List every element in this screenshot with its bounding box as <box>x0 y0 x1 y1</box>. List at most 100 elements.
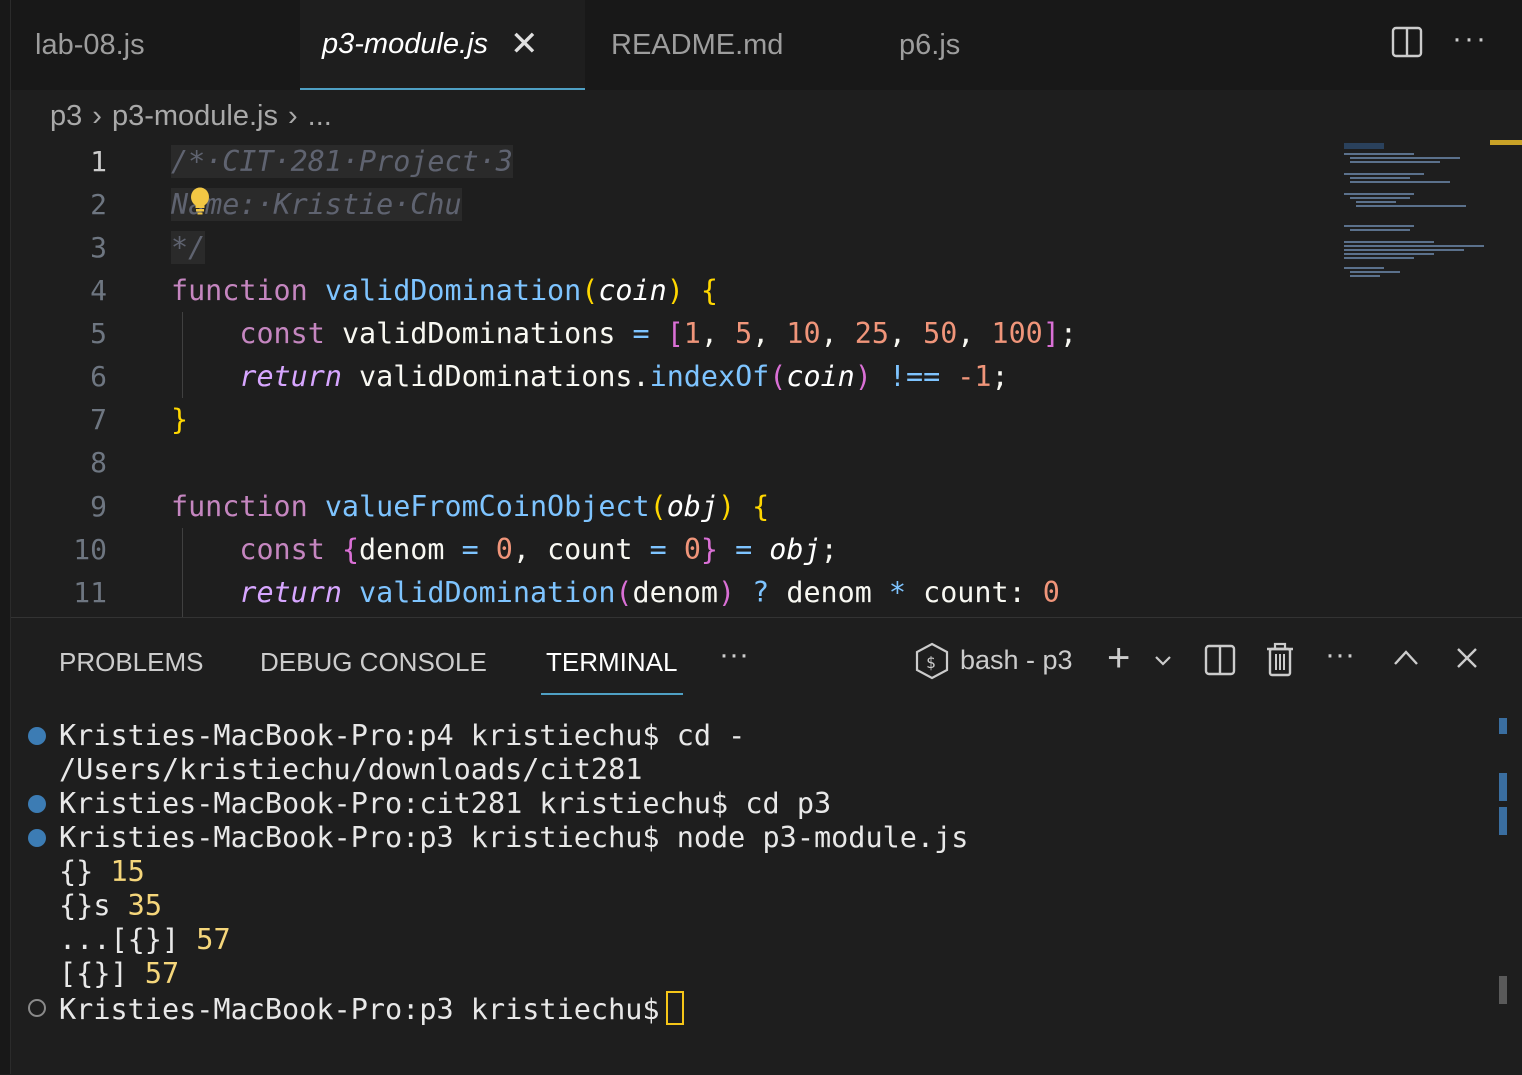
line-number: 11 <box>73 576 107 609</box>
more-actions-icon[interactable]: ··· <box>1325 638 1355 672</box>
terminal-prompt-line[interactable]: Kristies-MacBook-Pro:p3 kristiechu$ <box>59 991 684 1027</box>
code-text: /*·CIT·281·Project·3 <box>171 140 513 183</box>
chevron-up-icon[interactable] <box>1392 648 1420 668</box>
terminal-output-line: [{}] 57 <box>59 957 179 991</box>
code-text: const validDominations = [1, 5, 10, 25, … <box>239 317 1077 350</box>
number: 25 <box>854 317 889 350</box>
tab-lab-08[interactable]: lab-08.js <box>35 0 145 90</box>
line-number: 3 <box>90 231 107 264</box>
param: coin <box>786 360 855 393</box>
function-call: validDomination <box>359 576 616 609</box>
terminal-output-line: {} 15 <box>59 855 145 889</box>
close-icon[interactable]: ✕ <box>510 24 539 64</box>
code-line: 5 const validDominations = [1, 5, 10, 25… <box>11 312 1341 355</box>
prompt-text: Kristies-MacBook-Pro:p3 kristiechu$ <box>59 993 660 1026</box>
activity-bar-edge <box>0 0 11 1074</box>
breadcrumb-file[interactable]: p3-module.js <box>112 100 278 133</box>
bottom-panel: PROBLEMS DEBUG CONSOLE TERMINAL ··· $ ba… <box>11 617 1522 1075</box>
minimap-line <box>1344 241 1434 243</box>
output-label: ...[{}] <box>59 923 180 956</box>
terminal-scrollbar[interactable] <box>1499 976 1507 1004</box>
close-icon[interactable] <box>1455 646 1479 670</box>
new-terminal-icon[interactable]: + <box>1107 636 1130 681</box>
code-line: 6 return validDominations.indexOf(coin) … <box>11 355 1341 398</box>
number: 5 <box>735 317 753 350</box>
tab-p3-module[interactable]: p3-module.js ✕ <box>300 0 585 90</box>
code-text: const {denom = 0, count = 0} = obj; <box>239 533 838 566</box>
output-label: {}s <box>59 889 111 922</box>
code-line: 1 /*·CIT·281·Project·3 <box>11 140 1341 183</box>
number: 0 <box>683 533 701 566</box>
minimap-line <box>1344 245 1484 247</box>
code-line: 7 } <box>11 398 1341 441</box>
lightbulb-icon[interactable] <box>189 187 211 215</box>
variable: count <box>547 533 633 566</box>
tab-terminal[interactable]: TERMINAL <box>541 643 683 695</box>
minimap-line <box>1350 157 1460 159</box>
line-number: 9 <box>90 490 107 523</box>
line-number: 7 <box>90 403 107 436</box>
param: obj <box>666 490 718 523</box>
keyword-const: const <box>239 317 325 350</box>
breadcrumb-more[interactable]: ... <box>308 100 332 133</box>
number: -1 <box>957 360 992 393</box>
minimap-line <box>1350 229 1410 231</box>
terminal-line: /Users/kristiechu/downloads/cit281 <box>59 753 643 786</box>
minimap-line <box>1356 205 1466 207</box>
breadcrumb-folder[interactable]: p3 <box>50 100 82 133</box>
function-name: valueFromCoinObject <box>324 490 650 523</box>
terminal-shell-icon: $ <box>915 642 949 680</box>
param: coin <box>598 274 667 307</box>
editor-tab-bar: lab-08.js p3-module.js ✕ README.md p6.js… <box>11 0 1522 90</box>
output-value: 57 <box>196 923 231 956</box>
code-editor[interactable]: 1 /*·CIT·281·Project·3 2 Name:·Kristie·C… <box>11 140 1522 617</box>
tab-p6[interactable]: p6.js <box>899 0 960 90</box>
split-editor-icon[interactable] <box>1391 26 1423 58</box>
tab-label: p6.js <box>899 28 961 61</box>
terminal-shell-label[interactable]: bash - p3 <box>960 645 1073 676</box>
command-status-icon <box>28 829 46 847</box>
tab-readme[interactable]: README.md <box>611 0 783 90</box>
number: 1 <box>683 317 701 350</box>
code-line: 8 <box>11 441 1341 484</box>
more-tabs-icon[interactable]: ··· <box>719 638 749 672</box>
keyword-const: const <box>239 533 325 566</box>
line-number: 4 <box>90 274 107 307</box>
scroll-marker <box>1499 773 1507 801</box>
code-text: */ <box>171 226 206 269</box>
minimap-line <box>1344 249 1464 251</box>
tab-problems[interactable]: PROBLEMS <box>59 643 204 693</box>
minimap-line <box>1350 271 1400 273</box>
split-terminal-icon[interactable] <box>1204 644 1236 676</box>
line-number: 10 <box>73 533 107 566</box>
keyword-return: return <box>239 360 342 393</box>
line-number: 6 <box>90 360 107 393</box>
minimap[interactable] <box>1340 140 1510 290</box>
output-value: 35 <box>127 889 162 922</box>
command-status-icon <box>28 795 46 813</box>
operator: !== <box>888 360 941 393</box>
chevron-down-icon[interactable] <box>1153 654 1173 668</box>
output-label: [{}] <box>59 957 128 990</box>
variable: denom <box>359 533 445 566</box>
terminal-output-line: ...[{}] 57 <box>59 923 231 957</box>
trash-icon[interactable] <box>1265 642 1295 678</box>
line-number: 1 <box>90 145 107 178</box>
terminal-line: Kristies-MacBook-Pro:p3 kristiechu$ node… <box>59 821 969 854</box>
code-text: return validDomination(denom) ? denom * … <box>239 576 1060 609</box>
more-actions-icon[interactable]: ··· <box>1452 22 1488 56</box>
keyword-function: function <box>171 274 308 307</box>
command-status-icon <box>28 727 46 745</box>
method: indexOf <box>649 360 770 393</box>
minimap-line <box>1344 267 1384 269</box>
number: 100 <box>991 317 1043 350</box>
tab-debug-console[interactable]: DEBUG CONSOLE <box>260 643 487 693</box>
minimap-line <box>1344 225 1414 227</box>
svg-text:$: $ <box>926 653 936 672</box>
terminal-output-line: {}s 35 <box>59 889 162 923</box>
code-text: return validDominations.indexOf(coin) !=… <box>239 360 1009 393</box>
keyword-function: function <box>171 490 308 523</box>
function-name: validDomination <box>324 274 582 307</box>
line-number: 8 <box>90 446 107 479</box>
variable: denom <box>786 576 872 609</box>
